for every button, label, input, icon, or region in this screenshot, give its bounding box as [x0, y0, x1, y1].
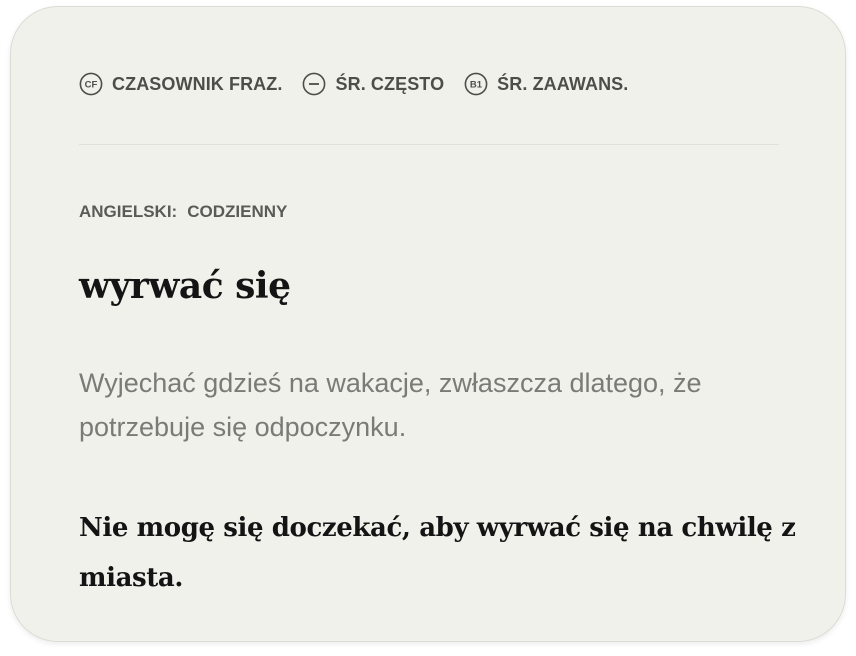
tag-part-of-speech: CF CZASOWNIK FRAZ. [79, 72, 282, 96]
tag-level: B1 ŚR. ZAAWANS. [464, 72, 628, 96]
tag-row: CF CZASOWNIK FRAZ. ŚR. CZĘSTO B1 ŚR. ZAA… [79, 69, 648, 99]
cf-icon: CF [79, 72, 103, 96]
b1-icon: B1 [464, 72, 488, 96]
tag-frequency: ŚR. CZĘSTO [302, 72, 444, 96]
tag-label-level: ŚR. ZAAWANS. [497, 73, 629, 94]
headword: wyrwać się [79, 265, 291, 307]
context-line: ANGIELSKI: CODZIENNY [79, 202, 287, 222]
definition: Wyjechać gdzieś na wakacje, zwłaszcza dl… [79, 368, 702, 442]
language-label: ANGIELSKI: [79, 202, 178, 221]
b1-icon-text: B1 [470, 80, 483, 91]
tag-label-part-of-speech: CZASOWNIK FRAZ. [112, 73, 283, 94]
example-sentence: Nie mogę się doczekać, aby wyrwać się na… [79, 513, 796, 593]
tag-label-frequency: ŚR. CZĘSTO [335, 73, 445, 94]
register-label: CODZIENNY [187, 202, 288, 221]
divider [79, 144, 779, 145]
cf-icon-text: CF [85, 80, 98, 91]
dash-icon [303, 72, 326, 96]
word-card: CF CZASOWNIK FRAZ. ŚR. CZĘSTO B1 ŚR. ZAA… [10, 6, 846, 642]
